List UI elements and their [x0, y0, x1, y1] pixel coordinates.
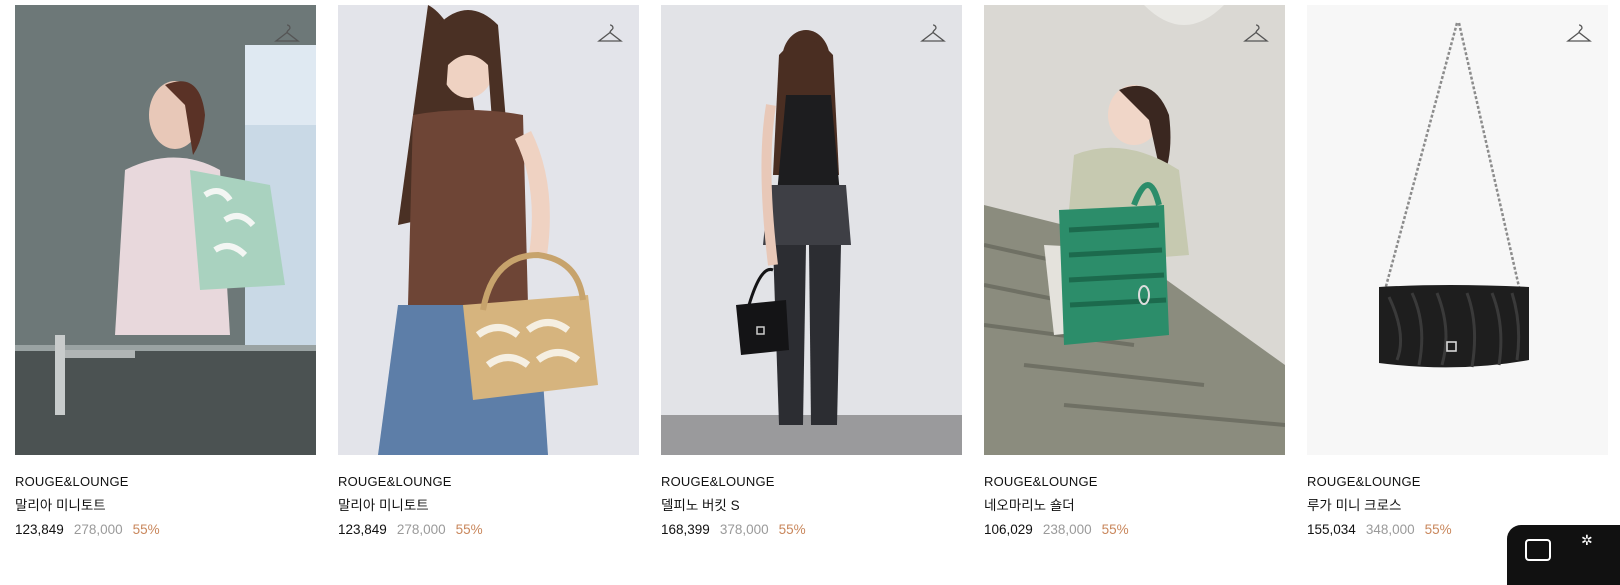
product-prices: 123,849 278,000 55%	[15, 522, 316, 538]
product-image[interactable]	[15, 5, 316, 455]
product-photo	[15, 5, 316, 455]
product-name[interactable]: 루가 미니 크로스	[1307, 498, 1608, 514]
discount-rate: 55%	[778, 522, 806, 537]
discount-rate: 55%	[132, 522, 160, 537]
gift-icon[interactable]: ✲	[1581, 533, 1593, 549]
sale-price: 106,029	[984, 522, 1033, 537]
product-prices: 168,399 378,000 55%	[661, 522, 962, 538]
chat-icon[interactable]	[1525, 539, 1551, 561]
product-photo	[1307, 5, 1608, 455]
product-brand: ROUGE&LOUNGE	[661, 474, 775, 489]
product-brand: ROUGE&LOUNGE	[338, 474, 452, 489]
product-prices: 106,029 238,000 55%	[984, 522, 1285, 538]
original-price: 278,000	[73, 522, 123, 537]
discount-rate: 55%	[455, 522, 483, 537]
discount-rate: 55%	[1101, 522, 1129, 537]
product-name[interactable]: 말리아 미니토트	[15, 498, 316, 514]
product-name[interactable]: 네오마리노 숄더	[984, 498, 1285, 514]
original-price: 378,000	[719, 522, 769, 537]
hanger-icon[interactable]	[274, 23, 300, 45]
hanger-icon[interactable]	[920, 23, 946, 45]
original-price: 238,000	[1042, 522, 1092, 537]
product-image[interactable]	[338, 5, 639, 455]
product-grid: ROUGE&LOUNGE 말리아 미니토트 123,849 278,000 55…	[15, 5, 1608, 538]
hanger-icon[interactable]	[597, 23, 623, 45]
product-brand: ROUGE&LOUNGE	[984, 474, 1098, 489]
hanger-icon[interactable]	[1243, 23, 1269, 45]
sale-price: 123,849	[15, 522, 64, 537]
product-card[interactable]: ROUGE&LOUNGE 말리아 미니토트 123,849 278,000 55…	[338, 5, 639, 538]
product-name[interactable]: 말리아 미니토트	[338, 498, 639, 514]
sale-price: 168,399	[661, 522, 710, 537]
product-brand: ROUGE&LOUNGE	[1307, 474, 1421, 489]
sale-price: 155,034	[1307, 522, 1356, 537]
product-brand: ROUGE&LOUNGE	[15, 474, 129, 489]
product-card[interactable]: ROUGE&LOUNGE 델피노 버킷 S 168,399 378,000 55…	[661, 5, 962, 538]
original-price: 278,000	[396, 522, 446, 537]
product-name[interactable]: 델피노 버킷 S	[661, 498, 962, 514]
product-card[interactable]: ROUGE&LOUNGE 네오마리노 숄더 106,029 238,000 55…	[984, 5, 1285, 538]
hanger-icon[interactable]	[1566, 23, 1592, 45]
product-photo	[338, 5, 639, 455]
product-image[interactable]	[661, 5, 962, 455]
product-card[interactable]: ROUGE&LOUNGE 루가 미니 크로스 155,034 348,000 5…	[1307, 5, 1608, 538]
sale-price: 123,849	[338, 522, 387, 537]
product-image[interactable]	[1307, 5, 1608, 455]
floating-action-bar[interactable]: ✲	[1507, 525, 1620, 585]
discount-rate: 55%	[1424, 522, 1452, 537]
product-prices: 123,849 278,000 55%	[338, 522, 639, 538]
product-photo	[661, 5, 962, 455]
original-price: 348,000	[1365, 522, 1415, 537]
product-photo	[984, 5, 1285, 455]
product-card[interactable]: ROUGE&LOUNGE 말리아 미니토트 123,849 278,000 55…	[15, 5, 316, 538]
product-image[interactable]	[984, 5, 1285, 455]
